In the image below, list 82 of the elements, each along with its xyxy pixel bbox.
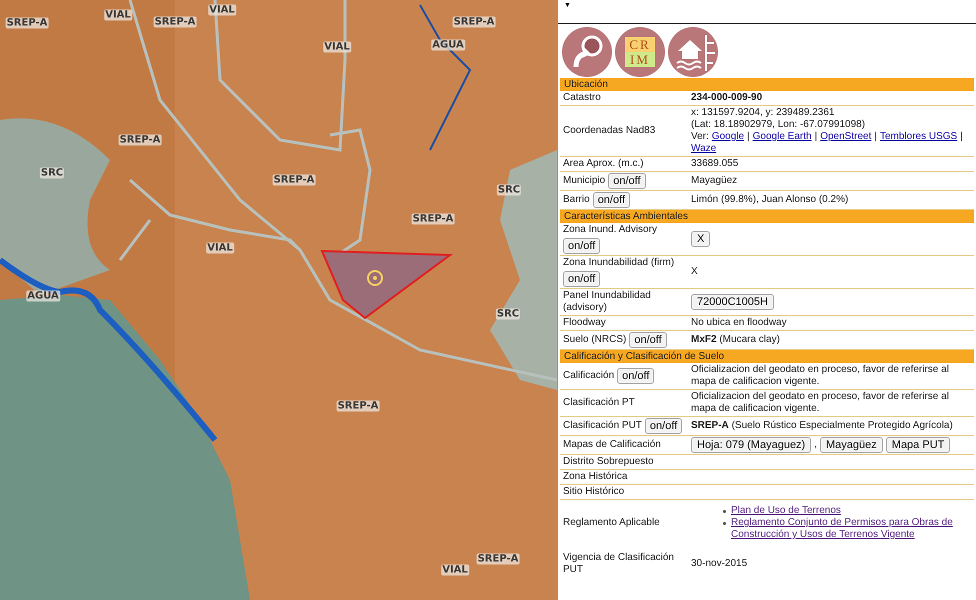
field-label: Vigencia de Clasificación PUT (563, 552, 675, 576)
map-label: VIAL (208, 4, 236, 16)
separator: | (814, 131, 818, 143)
value-button[interactable]: Mapa PUT (886, 437, 950, 453)
value-button[interactable]: Hoja: 079 (Mayaguez) (691, 437, 812, 453)
toggle-button[interactable]: on/off (608, 173, 646, 189)
value-text: (Lat: 18.18902979, Lon: -67.07991098) (691, 119, 866, 131)
field-label: Zona Inundabilidad (firm) (563, 257, 674, 269)
value-button[interactable]: 72000C1005H (691, 294, 774, 310)
value-text: MxF2 (Mucara clay) (691, 334, 780, 346)
toggle-button[interactable]: on/off (629, 332, 667, 348)
field-label: Distrito Sobrepuesto (563, 456, 654, 468)
toggle-button[interactable]: on/off (617, 368, 654, 384)
field-label: Area Aprox. (m.c.) (563, 158, 644, 170)
field-label: Floodway (563, 317, 606, 329)
map-label: SREP-A (412, 214, 454, 224)
map-link[interactable]: Waze (691, 143, 716, 155)
value-text: Oficializacion del geodato en proceso, favor de referirse al mapa de calificacion vigente. (691, 364, 950, 388)
map-label: SREP-A (118, 134, 162, 146)
map-label: VIAL (441, 564, 469, 576)
value-text: 234-000-009-90 (691, 92, 762, 104)
flood-house-icon[interactable] (668, 27, 718, 77)
bullet-icon (723, 522, 726, 525)
map-label: SREP-A (6, 18, 48, 28)
regulation-link[interactable]: Reglamento Conjunto de Permisos para Obras de Construcción y Usos de Terrenos Vigente (731, 517, 971, 541)
separator: , (814, 439, 818, 451)
value-text: Ver: (691, 131, 709, 143)
map-label: SREP-A (476, 554, 520, 564)
map-label: VIAL (104, 10, 132, 20)
separator: | (960, 131, 963, 143)
map-link[interactable]: OpenStreet (820, 131, 872, 143)
map-label: SRC (496, 308, 520, 320)
value-text: x: 131597.9204, y: 239489.2361 (691, 107, 834, 119)
value-text: SREP-A (Suelo Rústico Especialmente Protegido Agrícola) (691, 420, 953, 432)
map-label: AGUA (431, 40, 465, 50)
section-header: Calificación y Clasificación de Suelo (560, 350, 974, 363)
map-label: SREP-A (336, 400, 380, 412)
map-label: SRC (496, 184, 522, 196)
field-label: Zona Histórica (563, 471, 628, 483)
map-label: AGUA (26, 290, 60, 302)
toggle-button[interactable]: on/off (563, 238, 600, 254)
value-text: No ubica en floodway (691, 317, 787, 329)
toggle-button[interactable]: on/off (563, 271, 600, 287)
field-label: Clasificación PT (563, 397, 635, 409)
field-label: Barrio (563, 194, 590, 206)
field-label: Coordenadas Nad83 (563, 125, 656, 137)
value-button[interactable]: X (691, 231, 710, 247)
map-label: SRC (40, 168, 64, 178)
map-label: VIAL (206, 242, 234, 254)
logo-icon[interactable]: CR IM (615, 27, 665, 77)
field-label: Panel Inundabilidad (advisory) (563, 290, 652, 314)
field-label: Mapas de Calificación (563, 439, 661, 451)
section-header: Características Ambientales (560, 210, 974, 223)
value-text: 33689.055 (691, 158, 738, 170)
toggle-button[interactable]: on/off (644, 418, 682, 434)
toggle-button[interactable]: on/off (592, 192, 630, 208)
field-label: Calificación (563, 370, 614, 382)
field-label: Clasificación PUT (563, 420, 642, 432)
regulation-link[interactable]: Plan de Uso de Terrenos (731, 505, 841, 517)
field-label: Sitio Histórico (563, 486, 624, 498)
value-text: 30-nov-2015 (691, 558, 748, 570)
separator: | (874, 131, 877, 143)
value-text: Limón (99.8%), Juan Alonso (0.2%) (691, 194, 848, 206)
map-label: SREP-A (154, 16, 196, 28)
value-text: X (691, 266, 698, 278)
map-label: SREP-A (452, 16, 496, 28)
value-text: Mayagüez (691, 175, 738, 187)
value-text: Oficializacion del geodato en proceso, favor de referirse al mapa de calificacion vigente. (691, 391, 950, 415)
map-link[interactable]: Google Earth (752, 131, 812, 143)
section-header: Ubicación (560, 78, 974, 91)
field-label: Catastro (563, 92, 601, 104)
field-label: Municipio (563, 175, 606, 187)
bullet-icon (723, 510, 726, 513)
map-link[interactable]: Google (712, 131, 744, 143)
value-button[interactable]: Mayagüez (820, 437, 883, 453)
field-label: Suelo (NRCS) (563, 334, 626, 346)
field-label: Reglamento Aplicable (563, 517, 660, 529)
map-label: VIAL (323, 42, 351, 52)
separator: | (747, 131, 750, 143)
field-label: Zona Inund. Advisory (563, 224, 657, 236)
map-link[interactable]: Temblores USGS (880, 131, 958, 143)
map-label: SREP-A (272, 174, 316, 186)
